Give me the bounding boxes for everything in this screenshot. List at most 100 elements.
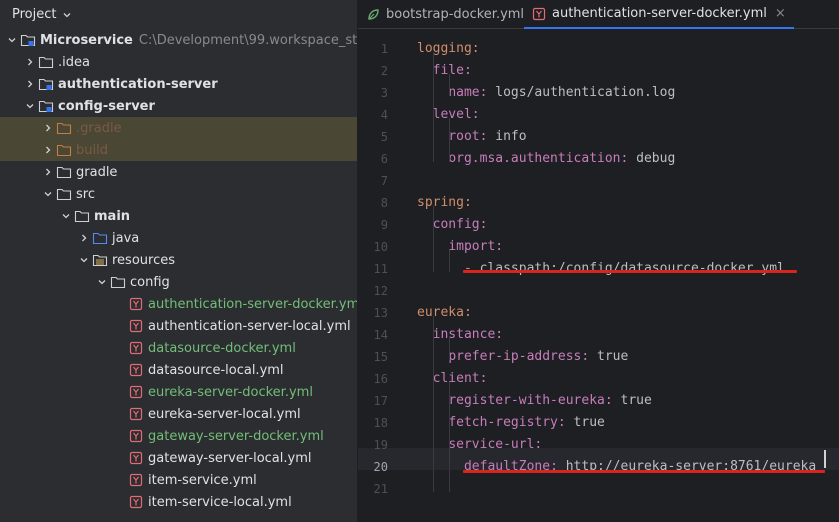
yaml-value: logs/authentication.log: [495, 85, 676, 100]
code-line[interactable]: service-url:: [417, 434, 542, 456]
tree-item[interactable]: gradle: [0, 161, 357, 183]
chevron-down-icon[interactable]: [76, 249, 92, 271]
project-path: C:\Development\99.workspace_stud: [138, 32, 357, 48]
tab-label: authentication-server-docker.yml: [552, 6, 767, 21]
line-number: 3: [380, 86, 388, 100]
tree-item[interactable]: resources: [0, 249, 357, 271]
tree-item-label: config-server: [58, 98, 155, 114]
tree-item[interactable]: .idea: [0, 51, 357, 73]
tree-item-label: eureka-server-local.yml: [148, 406, 301, 422]
tree-item[interactable]: item-service.yml: [0, 469, 357, 491]
tree-item[interactable]: eureka-server-docker.yml: [0, 381, 357, 403]
line-number: 9: [380, 218, 388, 232]
yaml-file-icon: [128, 340, 144, 356]
code-line[interactable]: config:: [417, 214, 488, 236]
code-line[interactable]: register-with-eureka: true: [417, 390, 652, 412]
chevron-right-icon[interactable]: [76, 227, 92, 249]
tree-item[interactable]: config: [0, 271, 357, 293]
code-line[interactable]: fetch-registry: true: [417, 412, 605, 434]
code-line[interactable]: defaultZone: http://eureka-server:8761/e…: [417, 456, 816, 478]
tree-item[interactable]: datasource-local.yml: [0, 359, 357, 381]
code-line[interactable]: org.msa.authentication: debug: [417, 148, 675, 170]
code-line[interactable]: import:: [417, 236, 503, 258]
folder-icon: [38, 54, 54, 70]
tree-item[interactable]: config-server: [0, 95, 357, 117]
indent-guide: [449, 74, 450, 96]
chevron-down-icon[interactable]: [62, 9, 72, 19]
line-number: 17: [373, 394, 388, 408]
tab-authentication-server-docker[interactable]: authentication-server-docker.yml ×: [524, 0, 794, 29]
tree-item[interactable]: authentication-server-docker.yml: [0, 293, 357, 315]
tree-item[interactable]: main: [0, 205, 357, 227]
tree-item[interactable]: src: [0, 183, 357, 205]
yaml-key: client: [432, 371, 480, 386]
close-icon[interactable]: ×: [775, 6, 786, 21]
line-number: 19: [373, 438, 388, 452]
yaml-key: instance: [432, 327, 496, 342]
tree-item-label: config: [130, 274, 170, 290]
tree-item-label: java: [112, 230, 140, 246]
indent-guide: [449, 382, 450, 492]
tree-item[interactable]: java: [0, 227, 357, 249]
annotation-underline: [463, 470, 825, 473]
indent-guide: [449, 250, 450, 272]
tree-item[interactable]: Microservice C:\Development\99.workspace_…: [0, 29, 357, 51]
chevron-down-icon[interactable]: [40, 183, 56, 205]
yaml-value: info: [495, 129, 527, 144]
project-panel-title[interactable]: Project: [12, 7, 56, 22]
line-number: 2: [380, 64, 388, 78]
code-line[interactable]: client:: [417, 368, 488, 390]
yaml-value: true: [597, 349, 629, 364]
spring-leaf-icon: [366, 8, 380, 22]
tree-item-label: main: [94, 208, 131, 224]
code-line[interactable]: spring:: [417, 192, 472, 214]
tree-item-label: gateway-server-docker.yml: [148, 428, 324, 444]
line-number: 11: [373, 262, 388, 276]
project-panel: Project Microservice C:\Development\99.wo…: [0, 0, 357, 522]
code-line[interactable]: instance:: [417, 324, 503, 346]
tab-label: bootstrap-docker.yml: [386, 7, 525, 22]
code-line[interactable]: eureka:: [417, 302, 472, 324]
code-line[interactable]: name: logs/authentication.log: [417, 82, 675, 104]
chevron-down-icon[interactable]: [58, 205, 74, 227]
chevron-right-icon[interactable]: [40, 117, 56, 139]
tree-item[interactable]: datasource-docker.yml: [0, 337, 357, 359]
tree-item[interactable]: .gradle: [0, 117, 357, 139]
tree-item[interactable]: authentication-server: [0, 73, 357, 95]
chevron-right-icon[interactable]: [40, 161, 56, 183]
chevron-right-icon[interactable]: [40, 139, 56, 161]
resources-folder-icon: [92, 252, 108, 268]
code-line[interactable]: - classpath:/config/datasource-docker.ym…: [417, 258, 785, 280]
chevron-down-icon[interactable]: [94, 271, 110, 293]
yaml-key: name: [448, 85, 480, 100]
line-number: 15: [373, 350, 388, 364]
yaml-key: org.msa.authentication: [448, 151, 621, 166]
project-panel-header[interactable]: Project: [0, 0, 357, 28]
annotation-underline: [463, 270, 797, 273]
tree-item-label: item-service-local.yml: [148, 494, 292, 510]
line-number-gutter[interactable]: 1 2 3 4 5 6 7 8 9 10 11 12 13 14 15 16 17 18 19 20 21: [358, 30, 414, 522]
tree-item[interactable]: eureka-server-local.yml: [0, 403, 357, 425]
tree-item[interactable]: authentication-server-local.yml: [0, 315, 357, 337]
tab-bootstrap-docker[interactable]: bootstrap-docker.yml: [358, 0, 532, 29]
line-number: 1: [380, 42, 388, 56]
chevron-down-icon[interactable]: [4, 29, 20, 51]
chevron-down-icon[interactable]: [22, 95, 38, 117]
code-line[interactable]: file:: [417, 60, 472, 82]
yaml-file-icon: [128, 296, 144, 312]
indent-guide: [433, 316, 434, 492]
yaml-file-icon: [128, 450, 144, 466]
chevron-right-icon[interactable]: [22, 73, 38, 95]
chevron-right-icon[interactable]: [22, 51, 38, 73]
code-line[interactable]: logging:: [417, 38, 480, 60]
tree-item[interactable]: item-service-local.yml: [0, 491, 357, 513]
line-number: 5: [380, 130, 388, 144]
folder-icon: [74, 208, 90, 224]
yaml-key: fetch-registry: [448, 415, 558, 430]
tree-item[interactable]: gateway-server-local.yml: [0, 447, 357, 469]
line-number: 14: [373, 328, 388, 342]
line-number: 12: [373, 284, 388, 298]
tree-item[interactable]: build: [0, 139, 357, 161]
tree-item[interactable]: gateway-server-docker.yml: [0, 425, 357, 447]
yaml-file-icon: [128, 384, 144, 400]
